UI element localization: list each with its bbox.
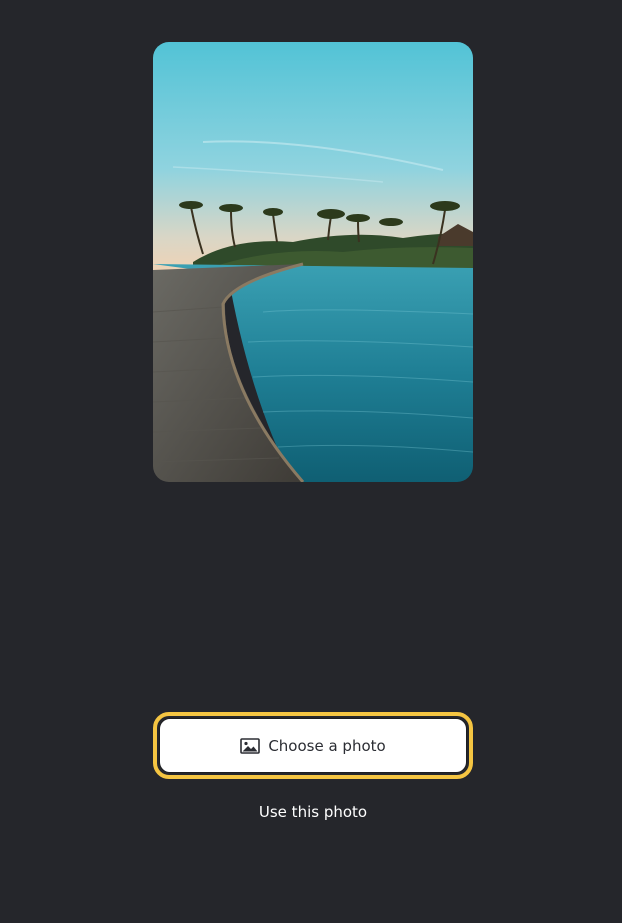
photo-preview: [153, 42, 473, 482]
choose-photo-label: Choose a photo: [268, 736, 386, 755]
photo-picker-page: Choose a photo Use this photo: [0, 0, 622, 923]
use-this-photo-link[interactable]: Use this photo: [153, 803, 473, 821]
choose-photo-button[interactable]: Choose a photo: [153, 712, 473, 779]
choose-photo-button-face[interactable]: Choose a photo: [159, 718, 467, 773]
image-icon: [240, 737, 261, 754]
